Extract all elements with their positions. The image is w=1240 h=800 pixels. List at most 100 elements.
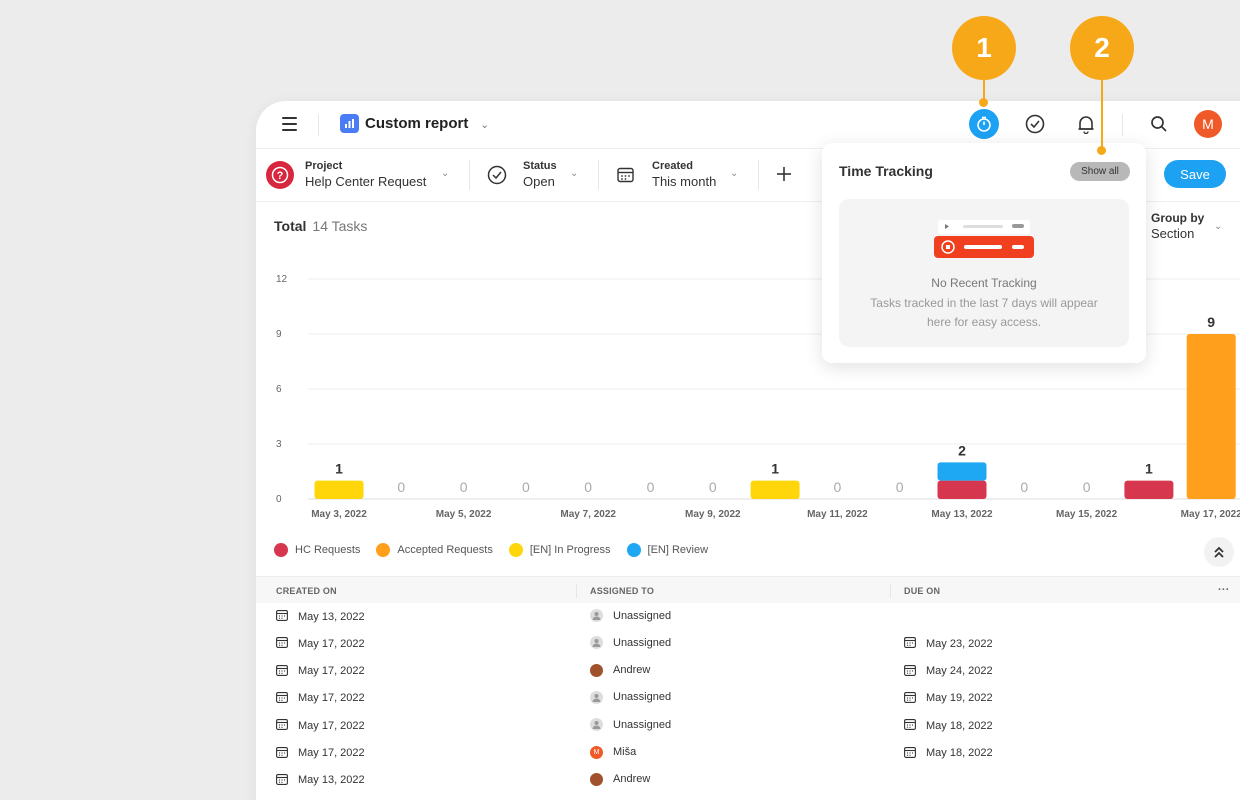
calendar-icon bbox=[617, 166, 634, 188]
legend-swatch bbox=[626, 543, 641, 557]
table-row[interactable]: May 17, 2022 Unassigned May 18, 2022 bbox=[256, 712, 1240, 739]
data-label: 1 bbox=[335, 461, 343, 477]
legend-label: HC Requests bbox=[295, 544, 361, 556]
timer-icon[interactable] bbox=[969, 109, 999, 139]
created-filter[interactable]: Created This month bbox=[652, 160, 716, 189]
calendar-icon bbox=[904, 636, 916, 651]
data-label: 0 bbox=[709, 479, 717, 495]
calendar-icon bbox=[904, 746, 916, 761]
legend-swatch bbox=[376, 543, 391, 557]
bar-segment bbox=[314, 480, 364, 499]
add-filter-icon[interactable] bbox=[776, 166, 792, 187]
data-label: 0 bbox=[647, 479, 655, 495]
time-tracking-popup: Time Tracking Show all No Recent Trackin… bbox=[822, 143, 1146, 363]
check-circle-icon[interactable] bbox=[1023, 112, 1047, 136]
assignee-name[interactable]: Miša bbox=[613, 746, 636, 758]
chevron-down-icon[interactable]: ⌄ bbox=[481, 120, 489, 131]
calendar-icon bbox=[276, 664, 288, 679]
more-icon[interactable]: ··· bbox=[1218, 584, 1230, 596]
assignee-avatar: M bbox=[590, 745, 603, 759]
table-row[interactable]: May 17, 2022 Unassigned May 23, 2022 bbox=[256, 630, 1240, 657]
chevron-down-icon[interactable]: ⌄ bbox=[730, 168, 738, 179]
project-filter[interactable]: Project Help Center Request bbox=[305, 160, 426, 189]
avatar[interactable]: M bbox=[1194, 110, 1222, 138]
check-circle-icon bbox=[487, 165, 507, 190]
chevron-down-icon[interactable]: ⌄ bbox=[441, 168, 449, 179]
created-date: May 13, 2022 bbox=[298, 610, 365, 623]
bar-segment bbox=[937, 480, 987, 499]
menu-icon[interactable] bbox=[282, 117, 297, 131]
due-date[interactable]: May 24, 2022 bbox=[926, 665, 993, 677]
due-date[interactable]: May 18, 2022 bbox=[926, 720, 993, 732]
save-button[interactable]: Save bbox=[1164, 160, 1226, 188]
chevron-down-icon[interactable]: ⌄ bbox=[570, 168, 578, 179]
calendar-icon bbox=[904, 664, 916, 679]
assignee-name[interactable]: Unassigned bbox=[613, 719, 671, 731]
report-title[interactable]: Custom report ⌄ bbox=[365, 115, 489, 132]
status-filter[interactable]: Status Open bbox=[523, 160, 557, 189]
assignee-avatar bbox=[590, 690, 603, 704]
column-header[interactable]: ASSIGNED TO bbox=[590, 586, 654, 596]
x-tick-label: May 5, 2022 bbox=[436, 509, 492, 520]
column-header[interactable]: DUE ON bbox=[904, 586, 940, 596]
assignee-avatar bbox=[590, 772, 603, 786]
legend-item[interactable]: HC Requests bbox=[274, 543, 360, 557]
empty-state: No Recent Tracking Tasks tracked in the … bbox=[839, 199, 1129, 347]
x-tick-label: May 15, 2022 bbox=[1056, 509, 1118, 520]
assignee-avatar bbox=[590, 718, 603, 732]
legend-swatch bbox=[274, 543, 288, 557]
calendar-icon bbox=[276, 636, 288, 651]
table-row[interactable]: May 17, 2022 Andrew May 24, 2022 bbox=[256, 658, 1240, 685]
table-header: CREATED ON ASSIGNED TO DUE ON ··· bbox=[256, 576, 1240, 603]
callout-2-dot bbox=[1097, 146, 1106, 155]
show-all-button[interactable]: Show all bbox=[1070, 162, 1130, 181]
created-date: May 17, 2022 bbox=[298, 692, 365, 705]
due-date[interactable]: May 18, 2022 bbox=[926, 747, 993, 759]
data-label: 0 bbox=[834, 479, 842, 495]
data-label: 2 bbox=[958, 442, 966, 458]
data-label: 1 bbox=[771, 461, 779, 477]
svg-text:?: ? bbox=[277, 170, 284, 182]
table-row[interactable]: May 13, 2022 Unassigned bbox=[256, 603, 1240, 630]
legend-swatch bbox=[508, 543, 523, 557]
calendar-icon bbox=[276, 609, 288, 624]
data-label: 0 bbox=[1020, 479, 1028, 495]
chart-legend: HC Requests Accepted Requests [EN] In Prog… bbox=[274, 543, 708, 557]
calendar-icon bbox=[276, 773, 288, 788]
data-label: 0 bbox=[460, 479, 468, 495]
chevron-down-icon[interactable]: ⌄ bbox=[1214, 221, 1222, 232]
assignee-name[interactable]: Andrew bbox=[613, 664, 650, 676]
column-header[interactable]: CREATED ON bbox=[276, 586, 337, 596]
table-row[interactable]: May 17, 2022 Unassigned May 19, 2022 bbox=[256, 685, 1240, 712]
data-label: 0 bbox=[522, 479, 530, 495]
group-by-label: Group by bbox=[1151, 211, 1205, 225]
report-icon bbox=[340, 114, 359, 133]
assignee-name[interactable]: Andrew bbox=[613, 773, 650, 785]
assignee-name[interactable]: Unassigned bbox=[613, 691, 671, 703]
legend-label: Accepted Requests bbox=[397, 544, 493, 556]
x-tick-label: May 17, 2022 bbox=[1181, 509, 1240, 520]
created-date: May 17, 2022 bbox=[298, 637, 365, 650]
timer-illustration-icon bbox=[934, 220, 1034, 258]
x-tick-label: May 9, 2022 bbox=[685, 509, 741, 520]
due-date[interactable]: May 19, 2022 bbox=[926, 692, 993, 704]
group-by-select[interactable]: Section bbox=[1151, 226, 1194, 241]
y-tick-label: 9 bbox=[276, 329, 282, 340]
legend-label: [EN] In Progress bbox=[529, 544, 611, 556]
legend-item[interactable]: [EN] Review bbox=[626, 543, 708, 557]
data-label: 0 bbox=[397, 479, 405, 495]
table-row[interactable]: May 17, 2022 M Miša May 18, 2022 bbox=[256, 740, 1240, 767]
legend-item[interactable]: [EN] In Progress bbox=[508, 543, 611, 557]
data-label: 0 bbox=[896, 479, 904, 495]
assignee-avatar bbox=[590, 636, 603, 650]
assignee-name[interactable]: Unassigned bbox=[613, 637, 671, 649]
calendar-icon bbox=[276, 746, 288, 761]
assignee-name[interactable]: Unassigned bbox=[613, 610, 671, 622]
created-date: May 17, 2022 bbox=[298, 665, 365, 678]
bell-icon[interactable] bbox=[1074, 112, 1098, 136]
table-row[interactable]: May 13, 2022 Andrew bbox=[256, 767, 1240, 794]
search-icon[interactable] bbox=[1147, 112, 1171, 136]
collapse-icon[interactable] bbox=[1204, 537, 1234, 567]
due-date[interactable]: May 23, 2022 bbox=[926, 638, 993, 650]
legend-item[interactable]: Accepted Requests bbox=[376, 543, 493, 557]
